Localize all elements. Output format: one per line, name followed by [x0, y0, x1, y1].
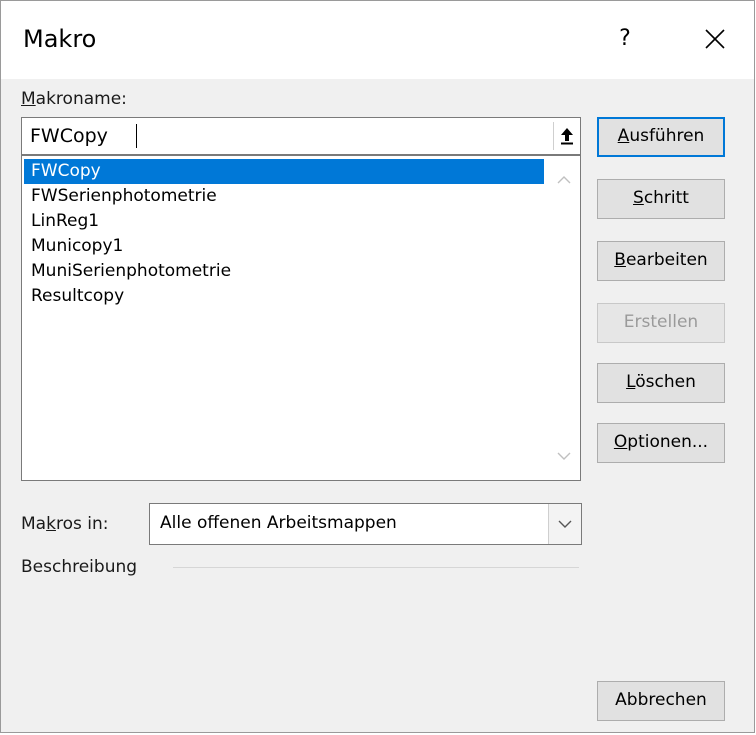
button-label: earbeiten [625, 250, 708, 270]
button-label: usführen [629, 126, 705, 146]
dropdown-button[interactable] [548, 504, 581, 544]
description-label: Beschreibung [21, 557, 138, 577]
delete-button[interactable]: Löschen [597, 363, 725, 403]
list-item[interactable]: FWCopy [24, 159, 544, 184]
close-x-icon [705, 29, 725, 49]
run-button[interactable]: Ausführen [597, 117, 725, 157]
macro-listbox[interactable]: FWCopy FWSerienphotometrie LinReg1 Municopy… [21, 155, 581, 481]
collapse-dialog-button[interactable] [553, 122, 580, 150]
chevron-down-icon [558, 520, 572, 528]
scroll-down-button[interactable] [550, 444, 578, 468]
macro-dialog: Makro ? Makroname: FWCopy FWCopy FWSerien… [0, 0, 755, 733]
close-button[interactable] [691, 19, 739, 59]
macro-name-input[interactable]: FWCopy [21, 117, 581, 155]
button-accelerator: L [626, 372, 636, 392]
chevron-up-icon [557, 176, 571, 184]
list-item[interactable]: MuniSerienphotometrie [24, 259, 544, 284]
description-divider [173, 567, 579, 568]
list-item[interactable]: Municopy1 [24, 234, 544, 259]
create-button[interactable]: Erstellen [597, 303, 725, 343]
macro-name-label: Makroname: [21, 89, 127, 109]
button-label: ptionen... [627, 432, 709, 452]
macros-in-label: Makros in: [21, 514, 109, 534]
title-bar: Makro ? [1, 1, 754, 79]
list-item[interactable]: LinReg1 [24, 209, 544, 234]
list-item[interactable]: Resultcopy [24, 284, 544, 309]
button-accelerator: O [613, 432, 628, 452]
text-caret [136, 124, 137, 148]
list-scrollbar[interactable] [550, 158, 578, 478]
macro-list: FWCopy FWSerienphotometrie LinReg1 Municopy… [24, 159, 544, 309]
edit-button[interactable]: Bearbeiten [597, 241, 725, 281]
macro-name-value[interactable]: FWCopy [30, 125, 108, 147]
macros-in-value: Alle offenen Arbeitsmappen [160, 513, 397, 533]
chevron-down-icon [557, 452, 571, 460]
window-title: Makro [23, 25, 97, 53]
button-accelerator: S [633, 188, 644, 208]
button-accelerator: A [617, 126, 630, 146]
help-button[interactable]: ? [605, 21, 645, 57]
upload-arrow-icon [561, 128, 573, 145]
step-button[interactable]: Schritt [597, 179, 725, 219]
macros-in-select[interactable]: Alle offenen Arbeitsmappen [149, 503, 582, 545]
button-accelerator: B [614, 250, 626, 270]
button-label: Erstellen [623, 312, 699, 332]
options-button[interactable]: Optionen... [597, 423, 725, 463]
scroll-up-button[interactable] [550, 168, 578, 192]
button-label: chritt [643, 188, 689, 208]
list-item[interactable]: FWSerienphotometrie [24, 184, 544, 209]
button-label: öschen [635, 372, 696, 392]
cancel-button[interactable]: Abbrechen [597, 681, 725, 721]
